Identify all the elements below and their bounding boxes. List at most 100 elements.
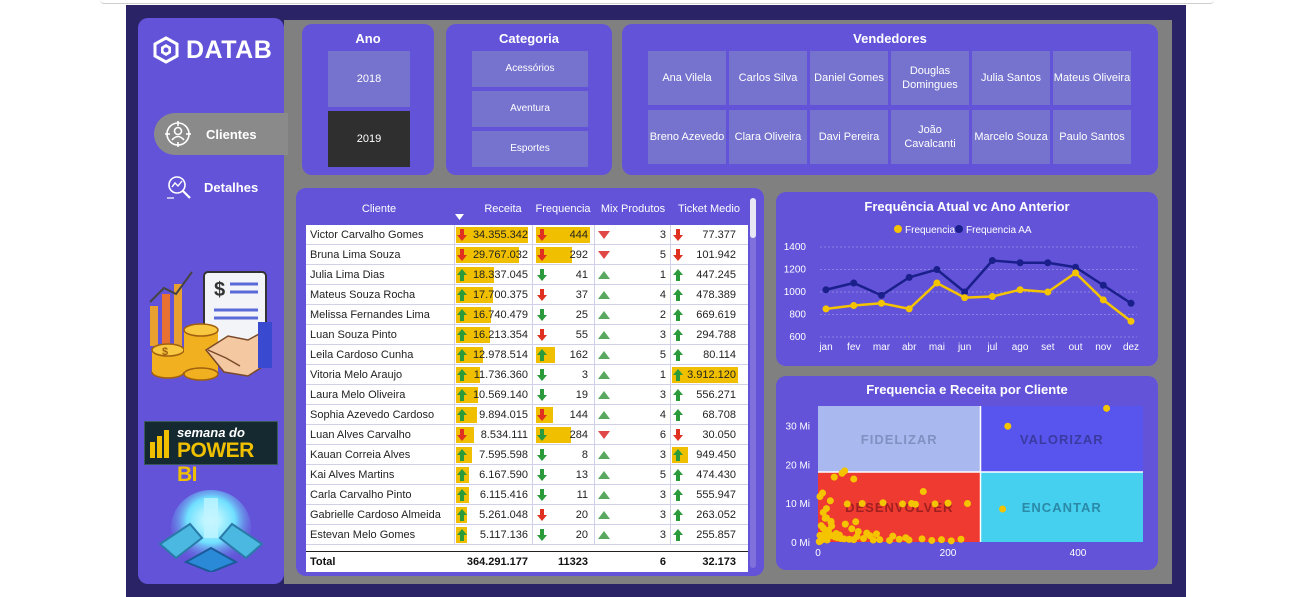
line-chart: Frequencia Frequencia AA 600 800 1000 1200 140… [784, 225, 1139, 353]
x-tick-label: dez [1123, 342, 1139, 353]
vendedor-option[interactable]: João Cavalcanti [891, 110, 969, 164]
scrollbar-thumb[interactable] [750, 198, 756, 238]
x-tick-label: 200 [940, 548, 957, 559]
column-separator [532, 485, 533, 505]
ano-option-2018[interactable]: 2018 [328, 51, 410, 107]
table-row[interactable]: Melissa Fernandes Lima 16.740.479 25 2 669.6… [306, 305, 748, 325]
scatter-point [899, 500, 906, 508]
ano-title: Ano [355, 31, 381, 46]
data-point [877, 291, 885, 299]
column-separator [532, 225, 533, 245]
table-row[interactable]: Mateus Souza Rocha 17.700.375 37 4 478.389 [306, 285, 748, 305]
data-point [905, 273, 913, 281]
column-separator [670, 345, 671, 365]
table-body: Victor Carvalho Gomes 34.355.342 444 3 77.37… [306, 225, 748, 551]
column-separator [594, 405, 595, 425]
vendedor-option[interactable]: Carlos Silva [729, 51, 807, 105]
table-total-row: Total 364.291.177 11323 6 32.173 [306, 551, 748, 572]
nav-item-clientes[interactable]: Clientes [164, 120, 257, 148]
ano-option-2019[interactable]: 2019 [328, 111, 410, 167]
cell-receita: 9.894.015 [479, 408, 528, 421]
vendedor-option[interactable]: Breno Azevedo [648, 110, 726, 164]
vendedor-option[interactable]: Clara Oliveira [729, 110, 807, 164]
table-row[interactable]: Kauan Correia Alves 7.595.598 8 3 949.450 [306, 445, 748, 465]
table-row[interactable]: Laura Melo Oliveira 10.569.140 19 3 556.271 [306, 385, 748, 405]
column-separator [454, 265, 455, 285]
table-row[interactable]: Julia Lima Dias 18.337.045 41 1 447.245 [306, 265, 748, 285]
vendedor-option[interactable]: Davi Pereira [810, 110, 888, 164]
vendedor-option[interactable]: Julia Santos [972, 51, 1050, 105]
column-separator [454, 485, 455, 505]
table-row[interactable]: Sophia Azevedo Cardoso 9.894.015 144 4 68.70… [306, 405, 748, 425]
total-mix: 6 [659, 555, 666, 568]
table-row[interactable]: Luan Alves Carvalho 8.534.111 284 6 30.050 [306, 425, 748, 445]
column-separator [594, 505, 595, 525]
scatter-point [866, 532, 874, 540]
col-header-mix-produtos[interactable]: Mix Produtos [594, 196, 672, 222]
col-header-frequencia[interactable]: Frequencia [534, 196, 592, 222]
data-point [1072, 269, 1080, 277]
column-separator [532, 325, 533, 345]
col-header-receita[interactable]: Receita [454, 196, 532, 222]
nav-item-detalhes[interactable]: Detalhes [164, 173, 258, 201]
cell-frequencia: 19 [575, 388, 588, 401]
cell-ticket: 474.430 [696, 468, 736, 481]
browser-top-edge [100, 0, 1214, 4]
vendedor-option[interactable]: Marcelo Souza [972, 110, 1050, 164]
categoria-option-aventura[interactable]: Aventura [472, 91, 588, 127]
cell-ticket: 30.050 [702, 428, 736, 441]
cell-cliente: Julia Lima Dias [310, 268, 385, 281]
categoria-option-esportes[interactable]: Esportes [472, 131, 588, 167]
table-row[interactable]: Bruna Lima Souza 29.767.032 292 5 101.942 [306, 245, 748, 265]
column-separator [594, 445, 595, 465]
cell-cliente: Gabrielle Cardoso Almeida [310, 508, 441, 521]
cell-frequencia: 11 [576, 488, 588, 501]
vendedor-option[interactable]: Douglas Domingues [891, 51, 969, 105]
vendedores-title: Vendedores [853, 31, 927, 46]
column-separator [532, 505, 533, 525]
table-row[interactable]: Kai Alves Martins 6.167.590 13 5 474.430 [306, 465, 748, 485]
cell-ticket: 3.912.120 [687, 368, 736, 381]
y-tick-label: 1400 [784, 242, 807, 253]
data-point [822, 305, 830, 313]
column-separator [670, 285, 671, 305]
cell-frequencia: 284 [569, 428, 588, 441]
categoria-option-acessorios[interactable]: Acessórios [472, 51, 588, 87]
table-row[interactable]: Gabrielle Cardoso Almeida 5.261.048 20 3 263… [306, 505, 748, 525]
vendedor-option[interactable]: Mateus Oliveira [1053, 51, 1131, 105]
column-separator [532, 305, 533, 325]
x-tick-label: 0 [815, 548, 821, 559]
table-row[interactable]: Victor Carvalho Gomes 34.355.342 444 3 77.37… [306, 225, 748, 245]
column-separator [532, 385, 533, 405]
table-row[interactable]: Estevan Melo Gomes 5.117.136 20 3 255.857 [306, 525, 748, 545]
column-separator [594, 305, 595, 325]
vendedor-option[interactable]: Daniel Gomes [810, 51, 888, 105]
cell-receita: 34.355.342 [472, 228, 528, 241]
vendedor-option[interactable]: Ana Vilela [648, 51, 726, 105]
cell-mix: 3 [659, 508, 666, 521]
column-separator [594, 265, 595, 285]
cell-mix: 1 [659, 368, 666, 381]
cell-frequencia: 25 [575, 308, 588, 321]
scatter-point [835, 531, 843, 539]
column-separator [454, 465, 455, 485]
cell-ticket: 669.619 [696, 308, 736, 321]
cell-mix: 4 [659, 408, 666, 421]
x-tick-label: nov [1095, 342, 1111, 353]
col-header-cliente[interactable]: Cliente [306, 196, 452, 222]
series-line [825, 271, 1132, 323]
scatter-point [931, 500, 939, 508]
col-header-ticket-medio[interactable]: Ticket Medio [670, 196, 748, 222]
scatter-point [912, 500, 919, 508]
table-row[interactable]: Carla Carvalho Pinto 6.115.416 11 3 555.947 [306, 485, 748, 505]
table-row[interactable]: Leila Cardoso Cunha 12.978.514 162 5 80.114 [306, 345, 748, 365]
table-row[interactable]: Vitoria Melo Araujo 11.736.360 3 1 3.912.120 [306, 365, 748, 385]
cell-frequencia: 144 [569, 408, 588, 421]
cell-receita: 6.115.416 [479, 488, 528, 501]
cell-receita: 8.534.111 [480, 428, 528, 441]
vendedor-option[interactable]: Paulo Santos [1053, 110, 1131, 164]
cell-mix: 3 [659, 488, 666, 501]
table-scrollbar[interactable] [750, 198, 756, 568]
data-point [1127, 299, 1135, 307]
table-row[interactable]: Luan Souza Pinto 16.213.354 55 3 294.788 [306, 325, 748, 345]
